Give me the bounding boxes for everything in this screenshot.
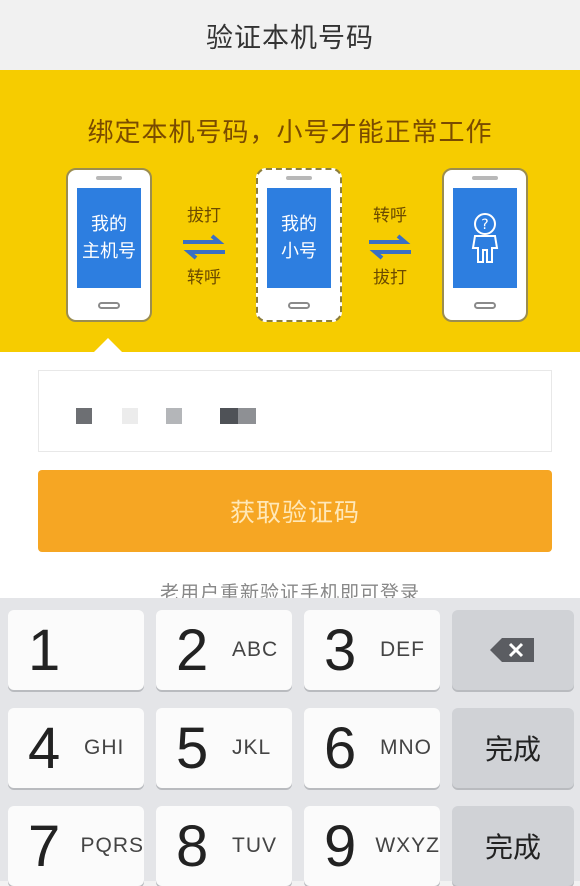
phone-home-button: [288, 302, 310, 309]
main-phone-illustration: 我的 主机号: [66, 168, 152, 322]
phone-home-button: [474, 302, 496, 309]
binding-banner: 绑定本机号码，小号才能正常工作 我的 主机号 拔打 转呼 我的 小号 转呼 拔打…: [0, 70, 580, 352]
phone-screen: 我的 小号: [267, 188, 331, 288]
returning-user-tip: 老用户重新验证手机即可登录: [159, 582, 420, 600]
phone-speaker: [286, 176, 312, 180]
masked-digit: [166, 408, 182, 424]
done-key-bottom[interactable]: 完成: [452, 806, 574, 886]
banner-headline: 绑定本机号码，小号才能正常工作: [87, 118, 493, 148]
phone-label-line1: 我的: [91, 214, 127, 235]
swap-arrows-icon: [183, 234, 225, 260]
get-verification-code-button[interactable]: 获取验证码: [38, 470, 552, 552]
key-letters: GHI: [84, 736, 125, 759]
key-digit: 3: [324, 617, 357, 683]
key-1[interactable]: 1: [8, 610, 144, 690]
key-8[interactable]: 8 TUV: [156, 806, 292, 886]
phone-screen: ?: [453, 188, 517, 288]
done-label: 完成: [484, 831, 541, 864]
page-title: 验证本机号码: [206, 22, 374, 54]
key-5[interactable]: 5 JKL: [156, 708, 292, 788]
caller-phone-illustration: ?: [442, 168, 528, 322]
key-digit: 5: [176, 715, 209, 781]
phone-screen: 我的 主机号: [77, 188, 141, 288]
key-7[interactable]: 7 PQRS: [8, 806, 144, 886]
swap-arrows-icon: [369, 234, 411, 260]
masked-digit: [220, 408, 238, 424]
phone-home-button: [98, 302, 120, 309]
masked-digit: [122, 408, 138, 424]
unknown-person-icon: ?: [471, 213, 499, 263]
phone-label-line2: 小号: [281, 241, 317, 262]
question-mark: ?: [481, 217, 488, 233]
done-label: 完成: [484, 733, 541, 766]
arrow-label-bottom: 拔打: [373, 268, 407, 288]
arrow-label-bottom: 转呼: [187, 268, 221, 288]
key-letters: WXYZ: [375, 834, 440, 857]
key-digit: 1: [28, 617, 61, 683]
title-bar: 验证本机号码: [0, 0, 580, 71]
call-forward-arrows: 拔打 转呼: [174, 204, 234, 290]
key-4[interactable]: 4 GHI: [8, 708, 144, 788]
phone-speaker: [96, 176, 122, 180]
key-letters: DEF: [380, 638, 425, 661]
backspace-key[interactable]: [452, 610, 574, 690]
key-letters: PQRS: [80, 834, 144, 857]
key-digit: 8: [176, 813, 209, 879]
call-forward-arrows: 转呼 拔打: [360, 204, 420, 290]
key-letters: JKL: [232, 736, 272, 759]
backspace-icon: [490, 638, 534, 662]
key-digit: 2: [176, 617, 209, 683]
arrow-label-top: 转呼: [373, 206, 407, 226]
phone-label-line1: 我的: [281, 214, 317, 235]
masked-digit: [238, 408, 256, 424]
key-2[interactable]: 2 ABC: [156, 610, 292, 690]
phone-number-input[interactable]: [38, 370, 552, 452]
key-digit: 7: [28, 813, 61, 879]
masked-digit: [76, 408, 92, 424]
key-digit: 9: [324, 813, 357, 879]
key-digit: 6: [324, 715, 357, 781]
key-6[interactable]: 6 MNO: [304, 708, 440, 788]
key-3[interactable]: 3 DEF: [304, 610, 440, 690]
key-letters: TUV: [232, 834, 277, 857]
phone-speaker: [472, 176, 498, 180]
key-9[interactable]: 9 WXYZ: [304, 806, 440, 886]
done-key[interactable]: 完成: [452, 708, 574, 788]
key-letters: ABC: [232, 638, 279, 661]
key-letters: MNO: [380, 736, 432, 759]
key-digit: 4: [28, 715, 61, 781]
secondary-phone-illustration: 我的 小号: [256, 168, 342, 322]
arrow-label-top: 拔打: [187, 206, 221, 226]
numeric-keyboard: 1 2 ABC 3 DEF 4 GHI 5 JKL 6 MNO 完成 7 PQR…: [0, 598, 580, 886]
phone-label-line2: 主机号: [82, 241, 136, 262]
